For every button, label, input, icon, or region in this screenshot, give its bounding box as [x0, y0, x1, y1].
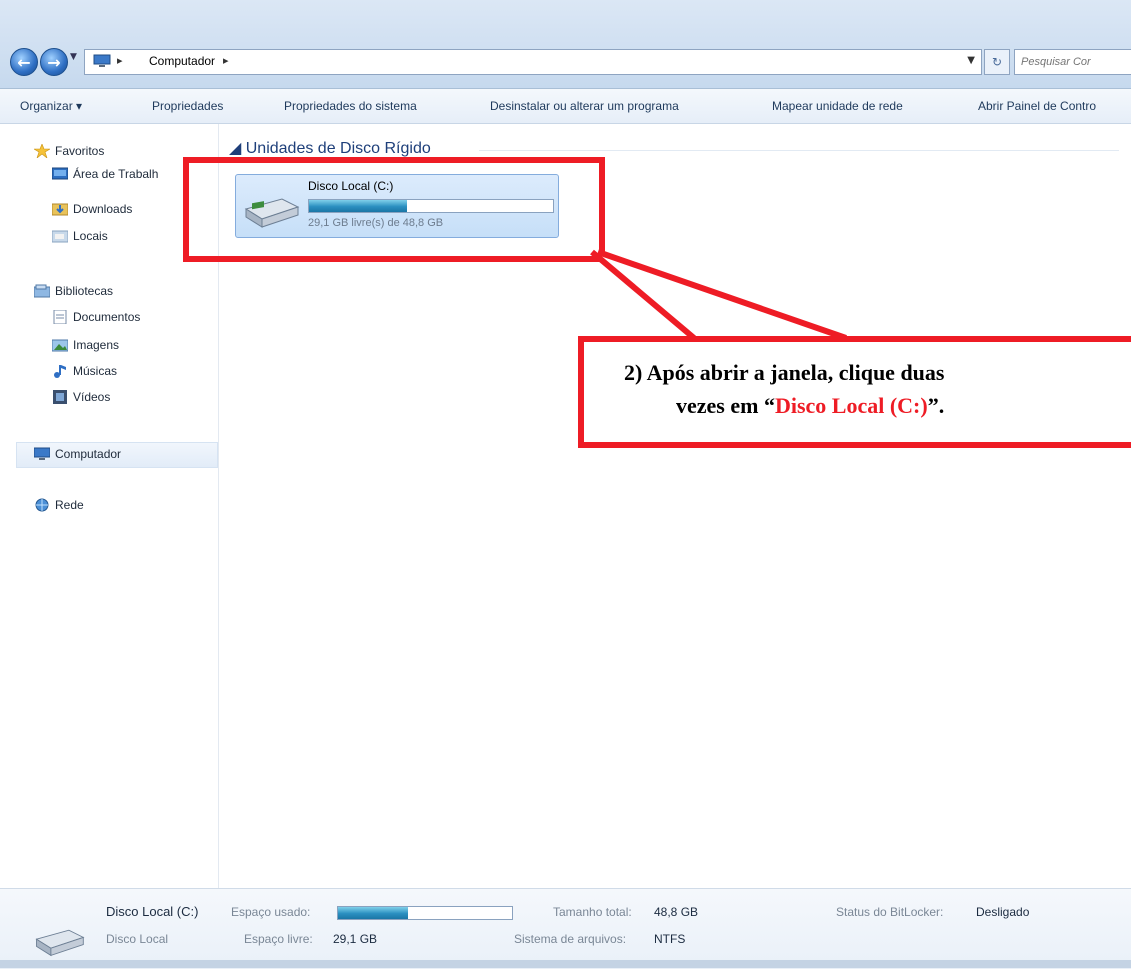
command-bar: Organizar ▾ Propriedades Propriedades do… — [0, 89, 1131, 124]
address-dropdown-icon[interactable]: ▼ — [967, 55, 975, 66]
nav-item-rede[interactable]: Rede — [34, 495, 84, 515]
nav-label: Rede — [55, 498, 84, 512]
nav-label: Favoritos — [55, 144, 105, 158]
breadcrumb-computador[interactable]: Computador — [149, 54, 215, 68]
open-control-panel-button[interactable]: Abrir Painel de Contro — [978, 99, 1096, 113]
system-properties-button[interactable]: Propriedades do sistema — [284, 99, 417, 113]
refresh-icon[interactable]: ↻ — [984, 49, 1010, 75]
bitlocker-value: Desligado — [976, 905, 1030, 919]
map-network-drive-button[interactable]: Mapear unidade de rede — [772, 99, 903, 113]
total-size-label: Tamanho total: — [553, 905, 632, 919]
documents-icon — [53, 310, 67, 324]
used-space-label: Espaço usado: — [231, 905, 311, 919]
nav-label: Downloads — [73, 202, 133, 216]
free-space-label: Espaço livre: — [244, 932, 313, 946]
callout-line-1: 2) Após abrir a janela, clique duas — [624, 360, 945, 385]
nav-item-favoritos[interactable]: Favoritos — [34, 141, 104, 161]
address-bar[interactable]: ▸ Computador ▸ ▼ — [84, 49, 982, 75]
group-header[interactable]: ◢ Unidades de Disco Rígido — [229, 138, 431, 158]
computer-icon — [34, 447, 50, 460]
nav-label: Área de Trabalh — [73, 167, 159, 181]
nav-label: Documentos — [73, 310, 141, 324]
bitlocker-label: Status do BitLocker: — [836, 905, 944, 919]
libraries-icon — [34, 284, 50, 298]
collapse-triangle-icon[interactable]: ◢ — [229, 140, 246, 157]
desktop-icon — [52, 167, 68, 180]
callout-box: 2) Após abrir a janela, clique duas veze… — [578, 336, 1131, 448]
computer-icon — [93, 54, 111, 67]
nav-label: Computador — [55, 447, 122, 461]
nav-item-locais[interactable]: Locais — [52, 226, 108, 246]
hard-drive-icon — [35, 929, 85, 957]
callout-text: 2) Após abrir a janela, clique duas veze… — [624, 356, 1131, 422]
downloads-folder-icon — [52, 203, 68, 216]
back-arrow-icon[interactable]: ← — [10, 48, 38, 76]
callout-line-2-prefix: vezes em “ — [676, 393, 775, 418]
recent-places-icon — [52, 230, 68, 243]
music-note-icon — [54, 365, 66, 378]
group-divider — [479, 150, 1119, 151]
nav-item-downloads[interactable]: Downloads — [52, 199, 132, 219]
nav-label: Músicas — [73, 364, 118, 378]
nav-label: Imagens — [73, 338, 120, 352]
forward-arrow-icon[interactable]: → — [40, 48, 68, 76]
star-icon — [34, 144, 50, 158]
nav-item-videos[interactable]: Vídeos — [52, 387, 110, 407]
pictures-icon — [52, 339, 68, 352]
nav-label: Locais — [73, 229, 108, 243]
search-box[interactable] — [1014, 49, 1131, 75]
properties-button[interactable]: Propriedades — [152, 99, 223, 113]
details-drive-type: Disco Local — [106, 932, 169, 946]
file-system-label: Sistema de arquivos: — [514, 932, 627, 946]
file-system-value: NTFS — [654, 932, 686, 946]
nav-label: Bibliotecas — [55, 284, 114, 298]
uninstall-program-button[interactable]: Desinstalar ou alterar um programa — [490, 99, 679, 113]
video-icon — [53, 390, 67, 404]
free-space-value: 29,1 GB — [333, 932, 378, 946]
group-header-label: Unidades de Disco Rígido — [245, 140, 431, 157]
status-strip — [0, 960, 1131, 968]
highlight-rectangle — [183, 157, 605, 262]
nav-item-musicas[interactable]: Músicas — [52, 361, 117, 381]
nav-item-desktop[interactable]: Área de Trabalh — [52, 164, 158, 184]
nav-item-bibliotecas[interactable]: Bibliotecas — [34, 281, 113, 301]
callout-highlight: Disco Local (C:) — [774, 393, 928, 418]
address-toolbar: ← → ▼ ▸ Computador ▸ ▼ ↻ — [0, 0, 1131, 89]
recent-pages-dropdown-icon[interactable]: ▼ — [70, 52, 77, 62]
network-icon — [35, 498, 49, 512]
nav-item-documentos[interactable]: Documentos — [52, 307, 140, 327]
callout-line-2: vezes em “Disco Local (C:)”. — [624, 389, 1131, 422]
details-usage-bar — [337, 906, 513, 920]
organize-menu[interactable]: Organizar ▾ — [20, 99, 82, 113]
details-pane: Disco Local (C:) Disco Local Espaço usad… — [0, 888, 1131, 969]
callout-line-2-suffix: ”. — [927, 393, 945, 418]
total-size-value: 48,8 GB — [654, 905, 699, 919]
details-usage-fill — [338, 907, 408, 919]
breadcrumb-separator-icon[interactable]: ▸ — [117, 54, 123, 67]
search-input[interactable] — [1015, 51, 1131, 73]
breadcrumb-separator-icon[interactable]: ▸ — [223, 54, 229, 67]
details-drive-name: Disco Local (C:) — [106, 904, 199, 919]
nav-item-computador[interactable]: Computador — [34, 444, 121, 464]
nav-label: Vídeos — [73, 390, 111, 404]
nav-item-imagens[interactable]: Imagens — [52, 335, 119, 355]
